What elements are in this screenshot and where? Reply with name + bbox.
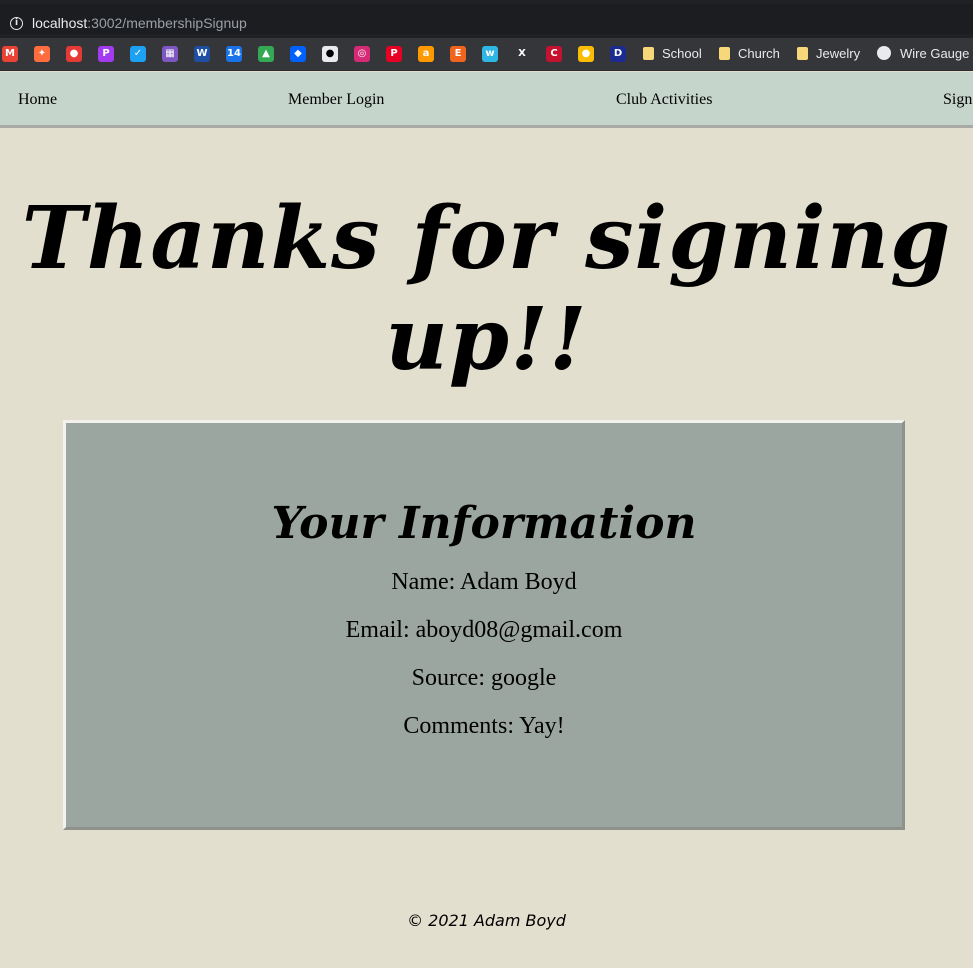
folder-icon xyxy=(797,47,808,60)
google-drive-icon[interactable]: ▲ xyxy=(258,46,274,62)
github-icon[interactable]: ● xyxy=(322,46,338,62)
chrome-icon[interactable]: ● xyxy=(578,46,594,62)
disney-icon[interactable]: D xyxy=(610,46,626,62)
app-icon[interactable]: ✦ xyxy=(34,46,50,62)
pinterest-icon[interactable]: P xyxy=(386,46,402,62)
folder-icon xyxy=(643,47,654,60)
source-value: Source: google xyxy=(411,665,557,691)
email-value: Email: aboyd08@gmail.com xyxy=(345,617,623,643)
bookmark-wire-gauge[interactable]: Wire Gauge to xyxy=(877,46,973,62)
site-nav: Home Member Login Club Activities Sign xyxy=(0,72,973,128)
x-icon[interactable]: X xyxy=(514,46,530,62)
nav-home-link[interactable]: Home xyxy=(18,91,57,109)
twitter-icon[interactable]: ✓ xyxy=(130,46,146,62)
site-info-icon[interactable]: i xyxy=(10,17,23,30)
bookmark-folder-jewelry[interactable]: Jewelry xyxy=(797,46,860,62)
bookmark-folder-school[interactable]: School xyxy=(643,46,702,62)
folder-icon xyxy=(719,47,730,60)
picsart-icon[interactable]: P xyxy=(98,46,114,62)
chegg-icon[interactable]: C xyxy=(546,46,562,62)
bookmark-folder-church[interactable]: Church xyxy=(719,46,780,62)
calendar-icon[interactable]: 14 xyxy=(226,46,242,62)
nav-sign-up-link[interactable]: Sign xyxy=(943,91,972,109)
name-value: Name: Adam Boyd xyxy=(391,569,577,595)
card-title: Your Information xyxy=(271,498,697,549)
dropbox-icon[interactable]: ◆ xyxy=(290,46,306,62)
gmail-icon[interactable]: M xyxy=(2,46,18,62)
etsy-icon[interactable]: E xyxy=(450,46,466,62)
comments-value: Comments: Yay! xyxy=(403,713,565,739)
wattpad-icon[interactable]: w xyxy=(482,46,498,62)
info-card: Your Information Name: Adam Boyd Email: … xyxy=(63,420,905,830)
bookmarks-bar: M ✦ ● P ✓ ▦ W 14 ▲ ◆ ● ◎ Pa Ew X C ● D School Church Jewelry… xyxy=(0,38,973,71)
nav-club-activities-link[interactable]: Club Activities xyxy=(616,91,712,109)
nav-member-login-link[interactable]: Member Login xyxy=(288,91,384,109)
gift-icon[interactable]: ▦ xyxy=(162,46,178,62)
tomato-icon[interactable]: ● xyxy=(66,46,82,62)
browser-address-bar: i localhost:3002/membershipSignup xyxy=(0,0,973,38)
url-text: localhost:3002/membershipSignup xyxy=(32,15,247,31)
page-heading: Thanks for signing up!! xyxy=(21,188,952,390)
globe-icon xyxy=(877,46,891,60)
instagram-icon[interactable]: ◎ xyxy=(354,46,370,62)
footer-copyright: © 2021 Adam Boyd xyxy=(407,911,566,930)
amazon-icon[interactable]: a xyxy=(418,46,434,62)
weather-channel-icon[interactable]: W xyxy=(194,46,210,62)
url-field[interactable]: i localhost:3002/membershipSignup xyxy=(0,4,973,34)
